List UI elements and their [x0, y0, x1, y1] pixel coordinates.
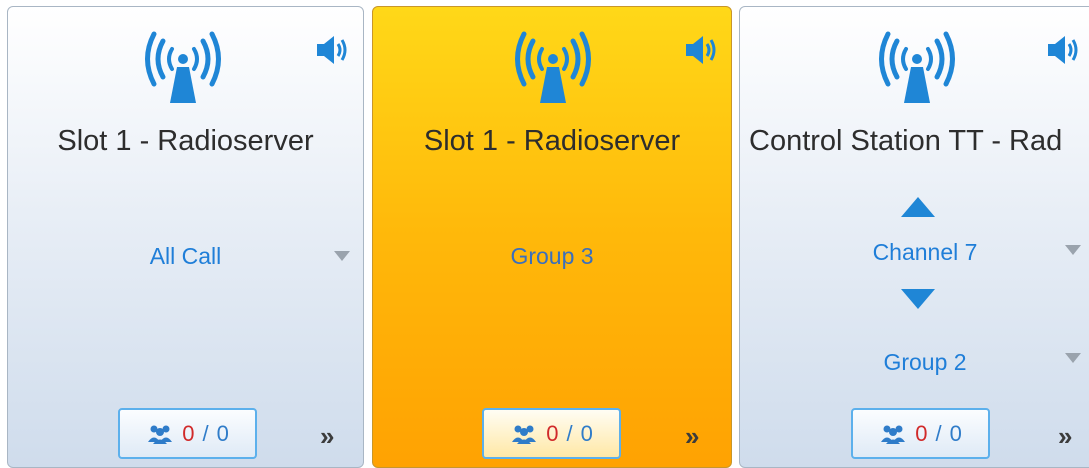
- channel-up-icon[interactable]: [901, 197, 935, 217]
- radio-tile-2[interactable]: Slot 1 - Radioserver Group 3 0 / 0 »: [372, 6, 732, 468]
- talkgroup-selector[interactable]: Group 2: [740, 349, 1089, 376]
- active-count: 0: [915, 420, 928, 446]
- active-count: 0: [182, 420, 195, 446]
- active-count: 0: [546, 420, 559, 446]
- tile-title: Slot 1 - Radioserver: [423, 125, 681, 157]
- total-count: 0: [216, 420, 229, 446]
- radio-tile-1[interactable]: Slot 1 - Radioserver All Call 0 / 0 »: [7, 6, 364, 468]
- antenna-icon: [879, 31, 955, 103]
- dropdown-arrow-icon[interactable]: [334, 251, 350, 261]
- dropdown-arrow-icon[interactable]: [1065, 245, 1081, 255]
- count-separator: /: [566, 420, 573, 446]
- count-separator: /: [202, 420, 209, 446]
- channel-down-icon[interactable]: [901, 289, 935, 309]
- talkgroup-selector[interactable]: Group 3: [373, 243, 731, 270]
- tile-title: Control Station TT - Rad: [749, 125, 1063, 157]
- speaker-icon[interactable]: [1046, 33, 1080, 67]
- double-chevron-right-icon[interactable]: »: [685, 423, 713, 449]
- dropdown-arrow-icon[interactable]: [1065, 353, 1081, 363]
- total-count: 0: [949, 420, 962, 446]
- double-chevron-right-icon[interactable]: »: [320, 423, 348, 449]
- user-counter[interactable]: 0 / 0: [482, 408, 621, 459]
- user-counter[interactable]: 0 / 0: [118, 408, 257, 459]
- antenna-icon: [515, 31, 591, 103]
- talkgroup-selector[interactable]: All Call: [8, 243, 363, 270]
- channel-selector[interactable]: Channel 7: [740, 239, 1089, 266]
- double-chevron-right-icon[interactable]: »: [1058, 423, 1086, 449]
- speaker-icon[interactable]: [684, 33, 718, 67]
- radio-tile-3[interactable]: Control Station TT - Rad Channel 7 Group…: [739, 6, 1089, 468]
- user-counter[interactable]: 0 / 0: [851, 408, 990, 459]
- total-count: 0: [580, 420, 593, 446]
- users-icon: [512, 425, 537, 444]
- antenna-icon: [145, 31, 221, 103]
- tile-title: Slot 1 - Radioserver: [57, 125, 314, 157]
- count-separator: /: [935, 420, 942, 446]
- speaker-icon[interactable]: [315, 33, 349, 67]
- users-icon: [148, 425, 173, 444]
- users-icon: [881, 425, 906, 444]
